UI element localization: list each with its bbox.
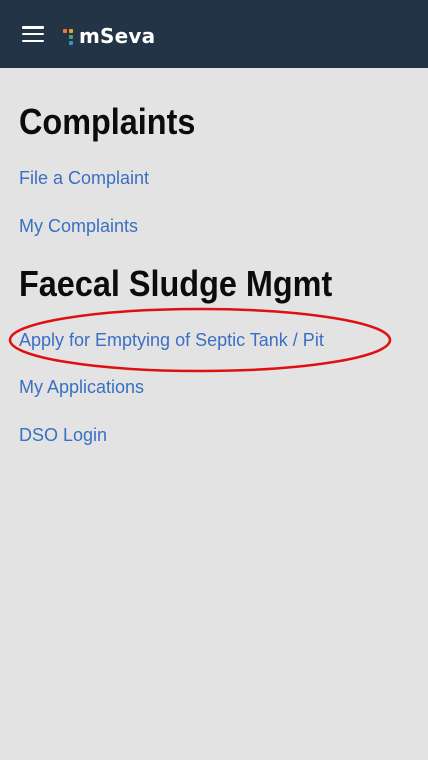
hamburger-menu-icon[interactable] bbox=[22, 26, 44, 42]
brand-name: mSeva bbox=[79, 24, 156, 48]
section-title-complaints: Complaints bbox=[19, 101, 196, 142]
brand-logo[interactable]: mSeva bbox=[62, 24, 155, 48]
mseva-logo-icon bbox=[62, 26, 78, 46]
link-my-applications[interactable]: My Applications bbox=[19, 375, 144, 399]
link-my-complaints[interactable]: My Complaints bbox=[19, 214, 138, 238]
link-apply-emptying-septic-tank[interactable]: Apply for Emptying of Septic Tank / Pit bbox=[19, 328, 324, 352]
link-file-a-complaint[interactable]: File a Complaint bbox=[19, 166, 149, 190]
section-title-faecal-sludge-mgmt: Faecal Sludge Mgmt bbox=[19, 263, 333, 304]
top-app-bar: mSeva bbox=[0, 0, 428, 68]
link-dso-login[interactable]: DSO Login bbox=[19, 423, 107, 447]
